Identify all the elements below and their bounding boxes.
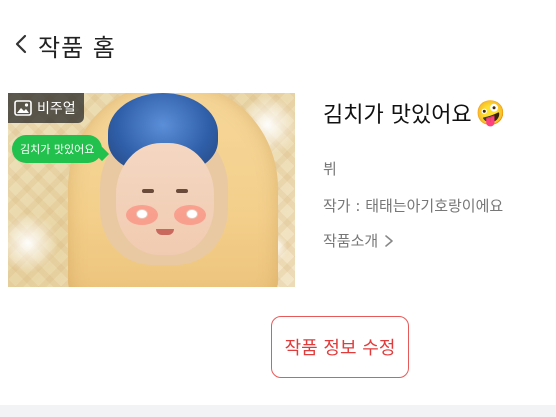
page-title: 작품 홈 [38,34,116,62]
back-button[interactable] [10,30,32,58]
work-intro-link[interactable]: 작품소개 [323,230,394,251]
edit-work-info-button[interactable]: 작품 정보 수정 [271,316,409,378]
cover-eye [142,189,154,193]
chevron-right-icon [385,234,394,247]
image-icon [14,100,32,116]
cover-chat-bubble: 김치가 맛있어요 [12,135,103,163]
cover-chat-text: 김치가 맛있어요 [20,143,95,156]
work-home-page: 작품 홈 비주얼 김치가 맛있어요 김치가 맛있어요 🤪 뷔 작가: 태태는아… [0,0,556,417]
zany-face-emoji-icon: 🤪 [475,99,506,127]
cover-drop [186,209,198,219]
visual-badge: 비주얼 [8,93,84,123]
bottom-divider [0,405,556,417]
work-cover-image[interactable]: 비주얼 김치가 맛있어요 [8,93,295,287]
work-artist: 뷔 [323,160,337,178]
work-title: 김치가 맛있어요 🤪 [323,96,506,130]
cover-drop [136,209,148,219]
work-author: 작가 : 태태는아기호랑이에요 [323,197,504,215]
cover-mouth [156,229,174,235]
work-title-text: 김치가 맛있어요 [323,103,472,128]
visual-badge-label: 비주얼 [37,101,76,117]
cover-eye [176,189,188,193]
chevron-left-icon [15,34,27,54]
cover-face [116,143,214,255]
top-bar: 작품 홈 [0,0,556,88]
work-intro-label: 작품소개 [323,232,379,250]
